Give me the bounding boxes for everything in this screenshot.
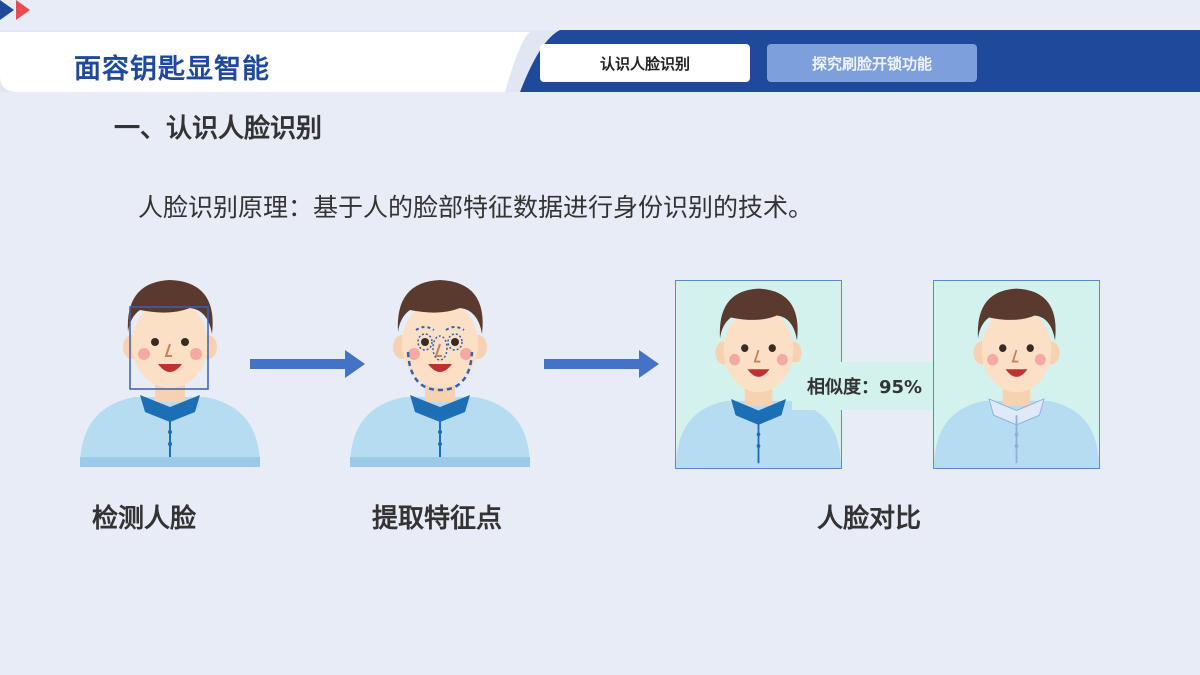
photo-right — [933, 280, 1100, 469]
caption-detect-face: 检测人脸 — [92, 504, 197, 534]
section-title: 一、认识人脸识别 — [114, 114, 323, 144]
boy-photo-right — [934, 288, 1099, 468]
boy-feature-illustration — [350, 280, 530, 467]
tab-recognize-face[interactable]: 认识人脸识别 — [540, 44, 750, 82]
header-bar: 面容钥匙显智能 认识人脸识别 探究刷脸开锁功能 — [0, 0, 1200, 100]
boy-detect-illustration — [80, 280, 260, 467]
arrow-right-icon-2 — [544, 350, 659, 378]
caption-face-compare: 人脸对比 — [817, 504, 922, 534]
brand-title: 面容钥匙显智能 — [74, 54, 270, 85]
caption-extract-features: 提取特征点 — [372, 504, 503, 534]
principle-text: 人脸识别原理：基于人的脸部特征数据进行身份识别的技术。 — [138, 193, 814, 222]
similarity-label: 相似度：95% — [792, 362, 937, 410]
arrow-right-icon-1 — [250, 350, 365, 378]
brand-play-icon — [0, 0, 30, 20]
tab-explore-unlock[interactable]: 探究刷脸开锁功能 — [767, 44, 977, 82]
